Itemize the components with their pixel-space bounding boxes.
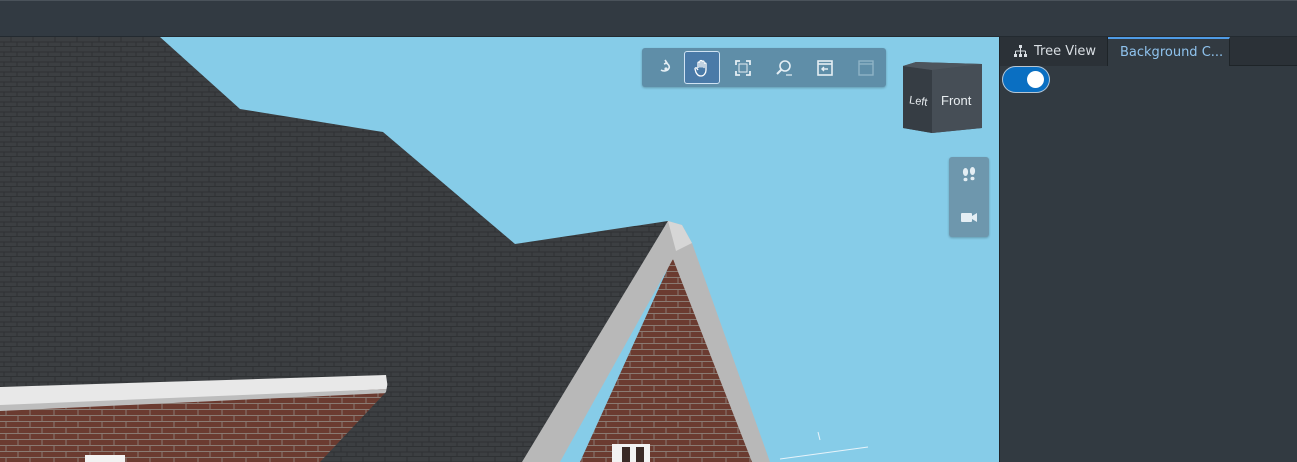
fit-to-view-button[interactable]	[725, 51, 761, 84]
zoom-button[interactable]	[766, 51, 802, 84]
home-view-icon	[817, 59, 833, 76]
side-panel: Tree View Background C...	[999, 37, 1297, 462]
section-box-button[interactable]	[848, 51, 884, 84]
view-cube[interactable]: Left Front	[902, 62, 984, 138]
navigation-panel	[949, 157, 989, 237]
house-model	[0, 37, 869, 462]
3d-viewport[interactable]: Left Front	[0, 37, 999, 462]
hierarchy-icon	[1014, 45, 1027, 58]
orbit-icon	[660, 59, 671, 72]
home-view-button[interactable]	[807, 51, 843, 84]
tab-tree-view[interactable]: Tree View	[1000, 37, 1108, 66]
tab-background-color[interactable]: Background C...	[1108, 37, 1230, 66]
view-cube-front-label: Front	[941, 93, 972, 108]
tab-background-color-label: Background C...	[1120, 45, 1224, 60]
camera-icon	[961, 213, 977, 222]
camera-button[interactable]	[957, 205, 981, 229]
viewer-toolbar	[642, 48, 886, 87]
section-box-icon	[858, 59, 874, 76]
fit-to-view-icon	[735, 59, 751, 76]
side-panel-tabs: Tree View Background C...	[1000, 37, 1297, 66]
top-bar	[0, 0, 1297, 37]
view-cube-left-label: Left	[908, 94, 928, 108]
background-toggle[interactable]	[1002, 66, 1050, 93]
zoom-icon	[776, 59, 792, 76]
orbit-button[interactable]	[648, 51, 684, 84]
pan-button[interactable]	[684, 51, 720, 84]
walk-footprints-icon	[962, 167, 976, 182]
tab-tree-view-label: Tree View	[1034, 44, 1097, 59]
toggle-knob	[1027, 71, 1044, 88]
walk-button[interactable]	[957, 163, 981, 187]
pan-hand-icon	[694, 59, 707, 77]
